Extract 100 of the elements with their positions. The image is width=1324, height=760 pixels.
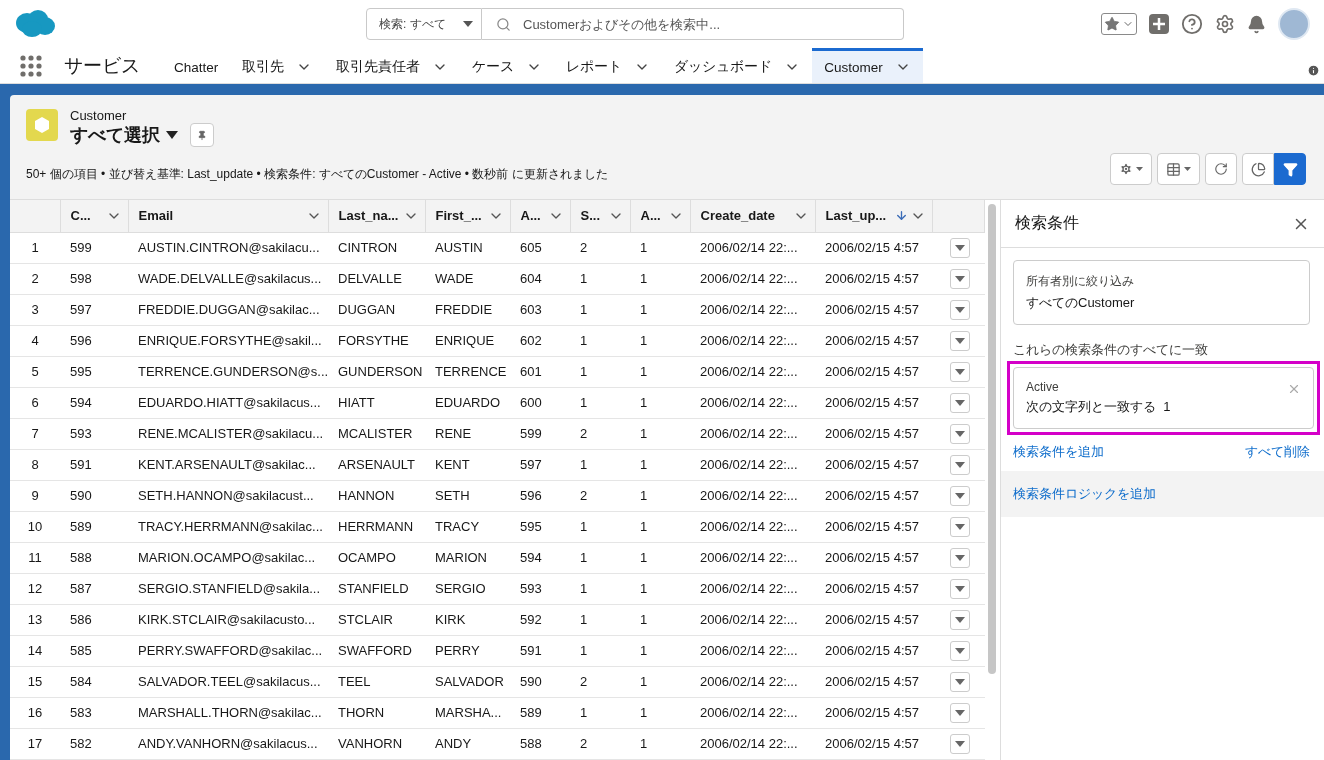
row-actions-button[interactable] [950,268,970,289]
table-cell: 1 [630,573,690,605]
settings-icon[interactable] [1215,14,1235,34]
table-cell: 1 [630,728,690,760]
row-actions-button[interactable] [950,392,970,413]
caret-icon [955,709,965,716]
table-cell: 1 [570,635,630,667]
table-cell: 2006/02/14 22:... [690,418,815,450]
add-icon[interactable] [1149,14,1169,34]
column-header[interactable]: C... [60,200,128,232]
table-cell: 2006/02/15 4:57 [815,480,932,512]
row-number: 4 [10,325,60,357]
caret-icon [955,585,965,592]
row-actions-button[interactable] [950,702,970,723]
row-actions-button[interactable] [950,361,970,382]
table-cell: 2006/02/14 22:... [690,325,815,357]
chart-button[interactable] [1242,153,1274,185]
caret-icon [955,368,965,375]
table-cell: 595 [60,356,128,388]
column-header[interactable]: S... [570,200,630,232]
table-cell: MARSHALL.THORN@sakilac... [128,697,328,729]
filter-card[interactable]: Active 次の文字列と一致する 1 [1013,367,1314,429]
column-header[interactable]: Create_date [690,200,815,232]
bell-icon[interactable] [1247,14,1266,34]
column-header[interactable]: A... [510,200,570,232]
table-cell: SETH [425,480,510,512]
row-actions-button[interactable] [950,547,970,568]
table-cell: 2 [570,728,630,760]
table-cell: 597 [510,449,570,481]
row-number: 16 [10,697,60,729]
table-cell: 600 [510,387,570,419]
remove-all-link[interactable]: すべて削除 [1245,443,1310,461]
scrollbar[interactable] [988,204,996,674]
nav-tab[interactable]: Customer [812,48,923,83]
table-cell: 2 [570,666,630,698]
table-cell: OCAMPO [328,542,425,574]
table-cell: 599 [60,232,128,263]
caret-icon[interactable] [166,131,178,139]
table-cell: 591 [510,635,570,667]
row-actions-button[interactable] [950,516,970,537]
table-cell: 589 [510,697,570,729]
app-launcher-icon[interactable] [20,54,42,77]
favorites-button[interactable] [1101,13,1137,35]
row-number: 7 [10,418,60,450]
row-actions-button[interactable] [950,423,970,444]
table-cell: 598 [60,263,128,295]
row-actions-button[interactable] [950,237,970,258]
settings-menu-button[interactable] [1110,153,1152,185]
info-icon[interactable] [1307,64,1320,77]
caret-icon [955,430,965,437]
table-cell: 592 [510,604,570,636]
table-cell: 1 [570,294,630,326]
table-cell: TEEL [328,666,425,698]
row-actions-button[interactable] [950,330,970,351]
search-input[interactable]: Customerおよびその他を検索中... [521,15,889,33]
column-header[interactable]: First_... [425,200,510,232]
column-header[interactable]: Email [128,200,328,232]
row-actions-button[interactable] [950,485,970,506]
row-actions-button[interactable] [950,640,970,661]
table-cell: 2006/02/14 22:... [690,232,815,263]
table-cell: 1 [630,697,690,729]
filter-label: 所有者別に絞り込み [1026,273,1134,290]
row-actions-button[interactable] [950,671,970,692]
pin-button[interactable] [190,123,214,147]
table-cell: 2 [570,480,630,512]
row-actions-button[interactable] [950,733,970,754]
cloud-logo [14,9,56,39]
search-field[interactable]: Customerおよびその他を検索中... [482,8,904,40]
table-cell: WADE [425,263,510,295]
table-view-button[interactable] [1157,153,1200,185]
row-actions-button[interactable] [950,299,970,320]
row-actions-button[interactable] [950,578,970,599]
search-scope-dropdown[interactable]: 検索: すべて [366,8,482,40]
table-cell: 2006/02/14 22:... [690,356,815,388]
table-cell: 2006/02/15 4:57 [815,325,932,357]
table-cell: SETH.HANNON@sakilacust... [128,480,328,512]
owner-filter-card[interactable]: 所有者別に絞り込み すべてのCustomer [1013,260,1310,325]
table-cell: TRACY.HERRMANN@sakilac... [128,511,328,543]
table-cell: PERRY [425,635,510,667]
table-cell: 1 [570,542,630,574]
table-cell: STCLAIR [328,604,425,636]
row-actions-button[interactable] [950,454,970,475]
caret-icon [955,523,965,530]
row-actions-button[interactable] [950,609,970,630]
column-header[interactable]: Last_na... [328,200,425,232]
filter-button[interactable] [1274,153,1306,185]
add-filter-link[interactable]: 検索条件を追加 [1013,443,1104,461]
column-header[interactable]: A... [630,200,690,232]
add-logic-link[interactable]: 検索条件ロジックを追加 [1013,485,1156,503]
refresh-button[interactable] [1205,153,1237,185]
table-cell: FORSYTHE [328,325,425,357]
help-icon[interactable] [1181,13,1203,35]
table-cell: 1 [570,573,630,605]
table-cell: VANHORN [328,728,425,760]
table-cell: 2006/02/14 22:... [690,573,815,605]
column-header[interactable]: Last_up... [815,200,932,232]
table-cell: STANFIELD [328,573,425,605]
filter-condition: 次の文字列と一致する 1 [1026,398,1171,416]
caret-icon [955,554,965,561]
table-cell: AUSTIN.CINTRON@sakilacu... [128,232,328,263]
